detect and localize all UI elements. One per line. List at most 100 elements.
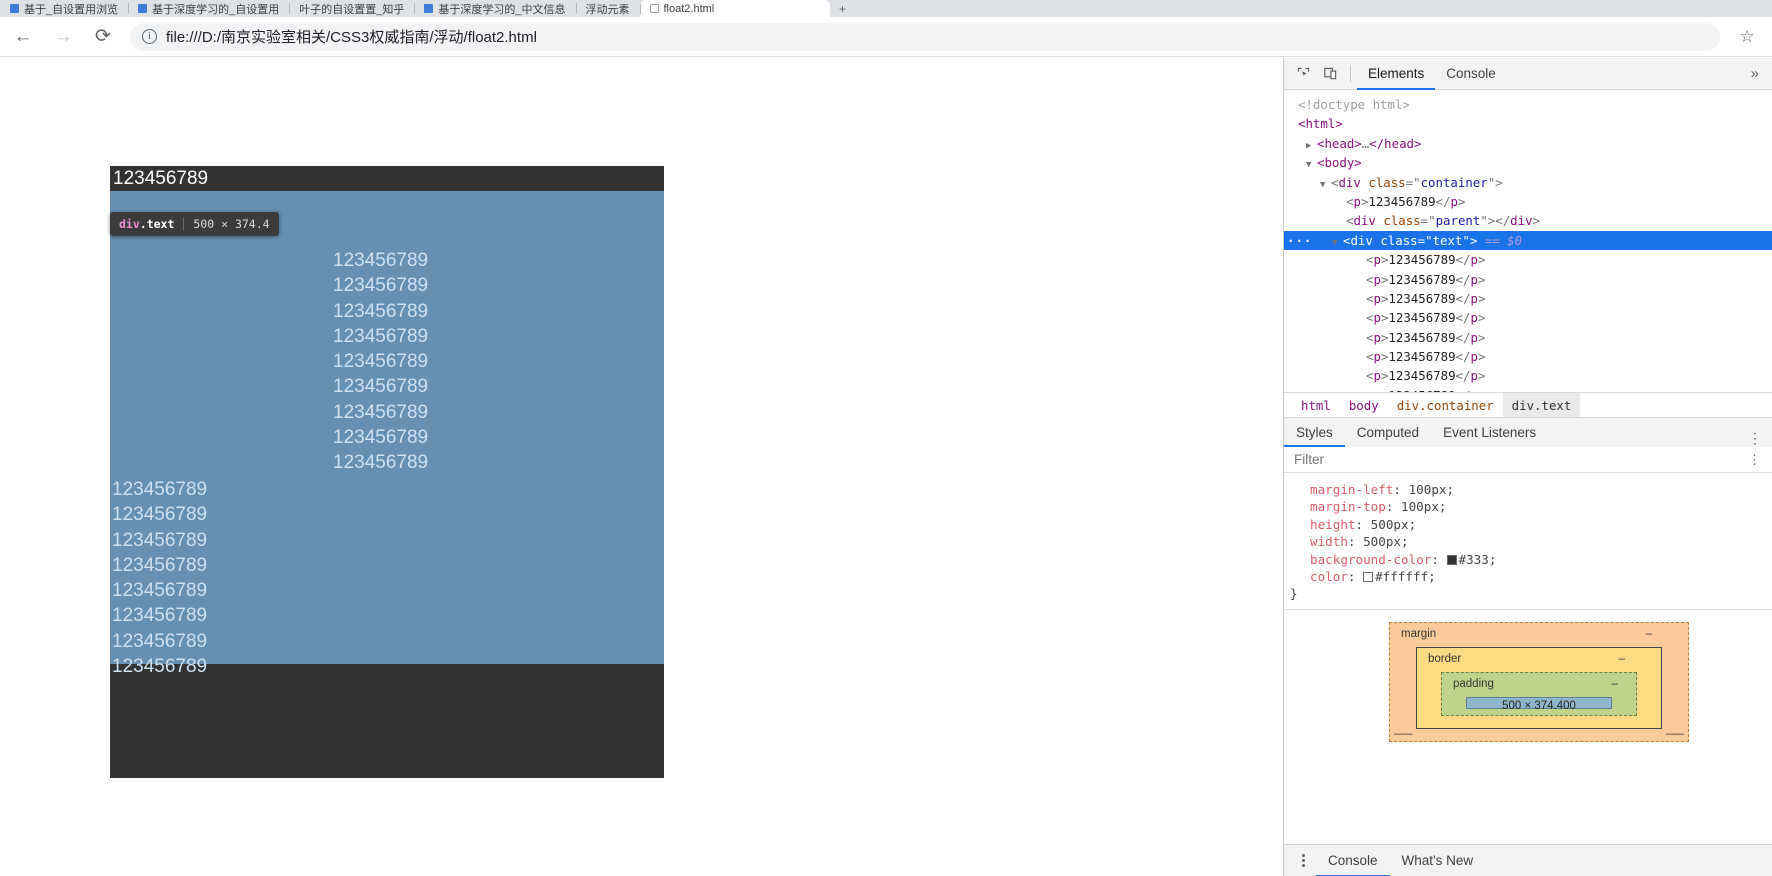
dom-node[interactable]: <p>123456789</p> (1284, 386, 1772, 392)
color-swatch-color[interactable] (1363, 572, 1374, 583)
dom-node[interactable]: ▼ <div class="container"> (1284, 173, 1772, 192)
tag-p: p (1373, 329, 1381, 345)
address-bar[interactable]: i file:///D:/南京实验室相关/CSS3权威指南/浮动/float2.… (130, 22, 1720, 51)
dom-node[interactable]: ▶ <head>…</head> (1284, 134, 1772, 153)
styles-more-icon[interactable]: ⋮ (1738, 430, 1772, 447)
box-model-content[interactable]: 500 × 374.400 (1466, 696, 1612, 712)
browser-tab[interactable]: 基于深度学习的_中文信息 (414, 0, 576, 17)
dom-node[interactable]: <p>123456789</p> (1284, 270, 1772, 289)
p-text: 123456789 (1388, 329, 1456, 345)
browser-tab[interactable]: 叶子的自设置置_知乎 (289, 0, 415, 17)
browser-tab[interactable]: 基于_自设置用浏览 (0, 0, 129, 17)
drawer-tab-whats-new[interactable]: What's New (1390, 845, 1486, 876)
margin-label: margin (1401, 627, 1437, 640)
toolbar-divider (1350, 65, 1351, 82)
reload-button[interactable]: ⟳ (86, 20, 120, 54)
text-paragraph: 123456789 (333, 275, 429, 297)
css-declaration[interactable]: height: 500px; (1284, 516, 1772, 533)
bookmark-star-icon[interactable]: ☆ (1732, 22, 1762, 52)
css-declaration[interactable]: background-color: #333; (1284, 551, 1772, 568)
page-viewport: 123456789 123456789 123456789 123456789 … (0, 58, 1283, 876)
css-value: #333 (1458, 551, 1489, 567)
tab-elements[interactable]: Elements (1357, 58, 1436, 90)
inspect-element-icon[interactable] (1290, 61, 1317, 87)
drawer-tab-console[interactable]: Console (1316, 845, 1390, 876)
box-model-border[interactable]: border – padding – 500 × 374.400 (1416, 646, 1662, 729)
devtools-panel: Elements Console » <!doctype html> <html… (1283, 58, 1772, 876)
dom-node[interactable]: <p>123456789</p> (1284, 192, 1772, 211)
css-declaration[interactable]: width: 500px; (1284, 533, 1772, 550)
dom-node[interactable]: <p>123456789</p> (1284, 347, 1772, 366)
tag-p: p (1373, 349, 1381, 365)
forward-button[interactable]: → (46, 20, 80, 54)
text-paragraph: 123456789 (112, 580, 208, 602)
dom-tree[interactable]: <!doctype html> <html> ▶ <head>…</head> ▼… (1284, 90, 1772, 392)
browser-tab[interactable]: 基于深度学习的_自设置用 (128, 0, 290, 17)
text-paragraph: 123456789 (333, 376, 429, 398)
tag-p-close: p (1470, 290, 1478, 306)
browser-tab-active[interactable]: float2.html (639, 0, 830, 17)
text-paragraph: 123456789 (112, 529, 208, 551)
new-tab-button[interactable]: + (830, 0, 856, 17)
css-value: 500px (1370, 516, 1409, 532)
breadcrumb-item-body[interactable]: body (1340, 393, 1388, 418)
tab-console[interactable]: Console (1435, 58, 1507, 90)
color-swatch-background[interactable] (1446, 554, 1457, 565)
border-value[interactable]: – (1619, 653, 1625, 665)
tag-p: p (1373, 388, 1380, 392)
styles-filter-input[interactable] (1294, 452, 1748, 467)
tag-p: p (1373, 310, 1381, 326)
drawer-menu-icon[interactable] (1290, 854, 1316, 867)
dom-node[interactable]: <p>123456789</p> (1284, 328, 1772, 347)
box-model-margin[interactable]: margin – border – padding – 500 × 374.40… (1389, 621, 1689, 742)
attr-value-container: container (1420, 174, 1488, 190)
tag-p: p (1373, 252, 1381, 268)
tooltip-divider (183, 217, 185, 231)
tab-styles[interactable]: Styles (1284, 417, 1345, 447)
box-model-padding[interactable]: padding – 500 × 374.400 (1441, 671, 1637, 716)
dom-node[interactable]: <html> (1284, 114, 1772, 133)
device-toolbar-icon[interactable] (1317, 61, 1344, 87)
tag-head: <head> (1317, 135, 1362, 151)
dom-node[interactable]: ▼ <body> (1284, 153, 1772, 172)
tag-p-close: p (1470, 388, 1477, 392)
text-paragraph: 123456789 (112, 630, 208, 652)
tab-title: 基于_自设置用浏览 (24, 3, 119, 16)
site-info-icon[interactable]: i (142, 29, 157, 44)
text-paragraph: 123456789 (112, 605, 208, 627)
node-badge-ellipsis[interactable]: ··· (1287, 231, 1312, 250)
tab-title: float2.html (663, 2, 715, 15)
padding-label: padding (1453, 677, 1494, 690)
breadcrumb-item-div-container[interactable]: div.container (1388, 393, 1503, 418)
css-value: 100px (1401, 499, 1439, 515)
p-text: 123456789 (1388, 252, 1456, 268)
tag-html: <html> (1298, 116, 1343, 132)
tab-event-listeners[interactable]: Event Listeners (1431, 417, 1548, 447)
devtools-drawer: Console What's New (1284, 844, 1772, 876)
back-button[interactable]: ← (6, 20, 40, 54)
dom-node[interactable]: <div class="parent"></div> (1284, 211, 1772, 230)
breadcrumb-item-div-text[interactable]: div.text (1502, 392, 1581, 418)
dom-node[interactable]: <p>123456789</p> (1284, 308, 1772, 327)
dom-node-selected[interactable]: ··· ▼ <div class="text"> == $0 (1284, 230, 1772, 251)
css-declaration[interactable]: margin-left: 100px; (1284, 481, 1772, 498)
dom-node[interactable]: <p>123456789</p> (1284, 366, 1772, 385)
tag-p-close: p (1450, 193, 1458, 209)
text-div-below-column: 123456789 123456789 123456789 123456789 … (112, 477, 512, 679)
css-declaration[interactable]: margin-top: 100px; (1284, 498, 1772, 515)
attr-class: class (1383, 213, 1421, 229)
filter-kebab-icon[interactable]: ⋮ (1748, 452, 1762, 468)
css-property: height (1310, 516, 1356, 532)
css-value: #ffffff (1375, 569, 1429, 585)
tab-computed[interactable]: Computed (1345, 417, 1431, 447)
browser-tab[interactable]: 浮动元素 (575, 0, 640, 17)
dom-node[interactable]: <p>123456789</p> (1284, 250, 1772, 269)
css-declaration[interactable]: color: #ffffff; (1284, 568, 1772, 585)
more-tabs-icon[interactable]: » (1738, 65, 1772, 82)
dom-node[interactable]: <!doctype html> (1284, 95, 1772, 114)
margin-value[interactable]: – (1646, 628, 1652, 640)
css-property: margin-left (1310, 482, 1394, 497)
padding-value[interactable]: – (1612, 678, 1618, 690)
breadcrumb-item-html[interactable]: html (1292, 393, 1340, 418)
dom-node[interactable]: <p>123456789</p> (1284, 289, 1772, 308)
